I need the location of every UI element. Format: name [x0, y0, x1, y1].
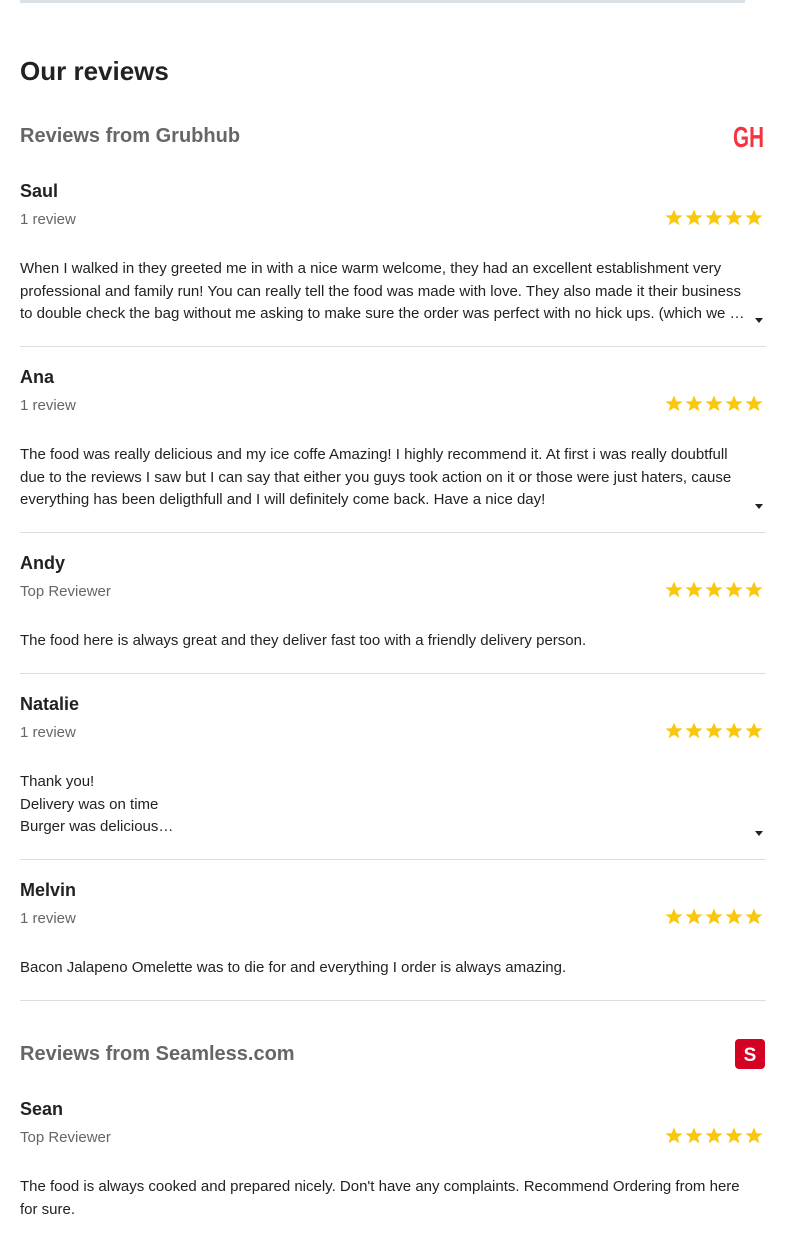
star-icon	[685, 722, 703, 739]
star-icon	[725, 908, 743, 925]
star-icon	[705, 209, 723, 226]
star-icon	[685, 1127, 703, 1144]
section-title-seamless: Reviews from Seamless.com	[20, 1043, 295, 1065]
star-icon	[725, 209, 743, 226]
reviewer-name: Sean	[20, 1099, 64, 1119]
expand-review-caret-icon[interactable]	[754, 312, 764, 323]
star-icon	[705, 908, 723, 925]
seamless-logo: S	[735, 1039, 765, 1069]
reviewer-name: Ana	[20, 367, 55, 387]
expand-review-caret-icon[interactable]	[754, 825, 764, 836]
reviewer-meta: 1 review	[20, 211, 76, 228]
star-icon	[665, 395, 683, 412]
star-icon	[705, 395, 723, 412]
review-text: The food is always cooked and prepared n…	[20, 1178, 740, 1218]
reviewer-meta: Top Reviewer	[20, 1129, 111, 1146]
star-icon	[685, 581, 703, 598]
reviewer-meta: 1 review	[20, 397, 76, 414]
grubhub-logo: GH	[733, 122, 764, 151]
star-icon	[665, 722, 683, 739]
star-icon	[745, 209, 763, 226]
review-card: Saul 1 review When I walked in they greete…	[20, 181, 766, 347]
star-rating	[664, 580, 764, 600]
star-icon	[745, 908, 763, 925]
star-icon	[705, 1127, 723, 1144]
star-icon	[745, 722, 763, 739]
reviewer-name: Andy	[20, 553, 65, 573]
reviewer-meta: 1 review	[20, 910, 76, 927]
star-icon	[725, 1127, 743, 1144]
review-text: Bacon Jalapeno Omelette was to die for a…	[20, 959, 567, 976]
review-card: Andy Top Reviewer The food here is always …	[20, 553, 766, 674]
star-icon	[745, 581, 763, 598]
expand-review-caret-icon[interactable]	[754, 498, 764, 509]
review-text: When I walked in they greeted me in with…	[20, 260, 745, 322]
svg-text:GH: GH	[733, 122, 764, 151]
review-text: Thank you! Delivery was on time Burger w…	[20, 773, 174, 835]
reviewer-name: Melvin	[20, 880, 77, 900]
star-icon	[685, 209, 703, 226]
star-rating	[664, 394, 764, 414]
page-title: Our reviews	[20, 56, 169, 86]
section-title-grubhub: Reviews from Grubhub	[20, 125, 241, 147]
reviewer-name: Natalie	[20, 694, 80, 714]
star-rating	[664, 1126, 764, 1146]
star-icon	[705, 581, 723, 598]
star-icon	[725, 395, 743, 412]
svg-text:S: S	[744, 1045, 757, 1066]
star-icon	[725, 722, 743, 739]
star-icon	[745, 1127, 763, 1144]
star-icon	[745, 395, 763, 412]
star-icon	[665, 908, 683, 925]
reviewer-name: Saul	[20, 181, 59, 201]
review-card: Sean Top Reviewer The food is always cooke…	[20, 1099, 766, 1237]
star-icon	[685, 908, 703, 925]
star-rating	[664, 907, 764, 927]
reviewer-meta: 1 review	[20, 724, 76, 741]
star-icon	[705, 722, 723, 739]
review-card: Melvin 1 review Bacon Jalapeno Omelette wa…	[20, 880, 766, 1001]
top-divider	[20, 0, 745, 3]
review-card: Natalie 1 review Thank you! Delivery was o…	[20, 694, 766, 860]
star-icon	[685, 395, 703, 412]
star-rating	[664, 721, 764, 741]
star-icon	[725, 581, 743, 598]
star-rating	[664, 208, 764, 228]
star-icon	[665, 1127, 683, 1144]
star-icon	[665, 581, 683, 598]
review-text: The food was really delicious and my ice…	[20, 446, 732, 508]
reviewer-meta: Top Reviewer	[20, 583, 111, 600]
review-text: The food here is always great and they d…	[20, 632, 587, 649]
review-card: Ana 1 review The food was really delicious…	[20, 367, 766, 533]
star-icon	[665, 209, 683, 226]
